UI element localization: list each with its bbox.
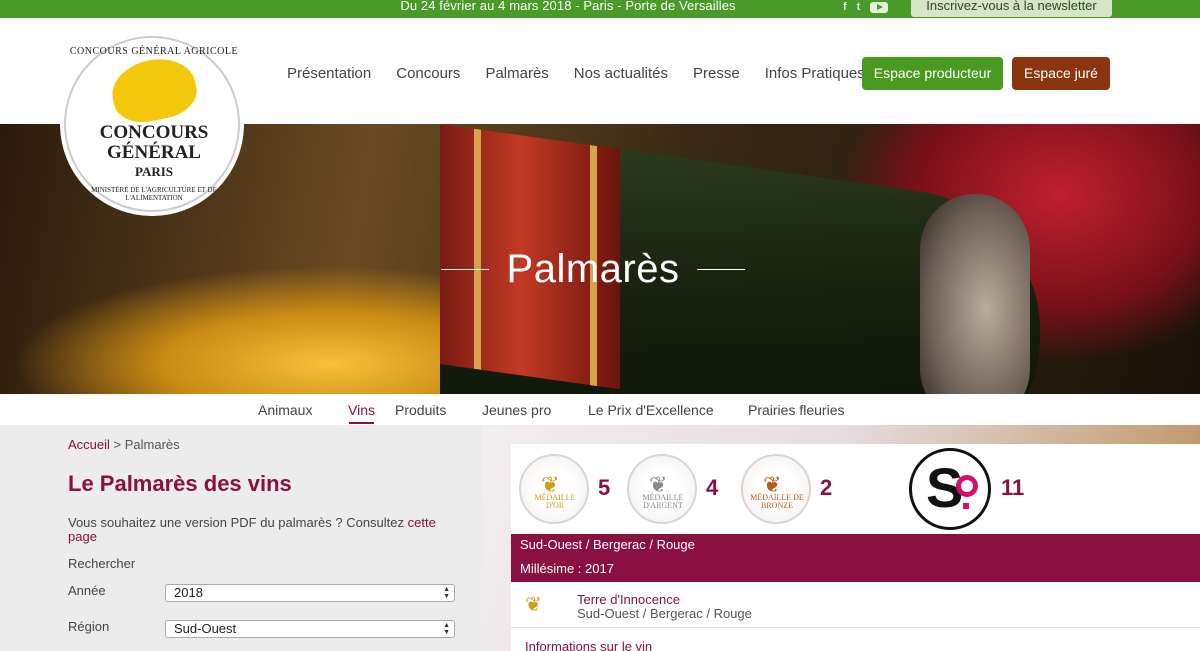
so-logo[interactable]: S — [909, 448, 991, 530]
select-arrows-icon: ▲ ▼ — [443, 622, 450, 636]
results-panel: ❦ MÉDAILLE D'OR 5 ❦ MÉDAILLE D'ARGENT 4 … — [483, 425, 1200, 651]
nav-item-concours[interactable]: Concours — [396, 65, 460, 82]
search-heading: Rechercher — [68, 556, 136, 571]
nav-item-actualites[interactable]: Nos actualités — [574, 65, 668, 82]
logo-line3: PARIS — [134, 164, 174, 179]
year-label: Année — [68, 583, 106, 598]
pdf-notice-text: Vous souhaitez une version PDF du palmar… — [68, 515, 408, 530]
main-nav: Présentation Concours Palmarès Nos actua… — [287, 65, 865, 82]
breadcrumb-current: Palmarès — [124, 437, 180, 452]
hero-bottle-neck — [920, 194, 1030, 394]
gold-medal-label: MÉDAILLE D'OR — [534, 493, 576, 510]
silver-medal-count: 4 — [706, 475, 719, 500]
logo-line2: GÉNÉRAL — [107, 142, 201, 163]
espace-jure-button[interactable]: Espace juré — [1012, 57, 1110, 90]
nav-item-palmares[interactable]: Palmarès — [485, 65, 548, 82]
gold-medal-badge[interactable]: ❦ MÉDAILLE D'OR — [519, 454, 589, 524]
wine-region: Sud-Ouest / Bergerac / Rouge — [577, 606, 752, 621]
logo-top-arc: CONCOURS GÉNÉRAL AGRICOLE — [69, 46, 239, 57]
wine-info-link[interactable]: Informations sur le vin — [525, 639, 652, 651]
site-logo[interactable]: CONCOURS GÉNÉRAL AGRICOLE CONCOURS GÉNÉR… — [64, 36, 240, 212]
breadcrumb-home-link[interactable]: Accueil — [68, 437, 110, 452]
region-select[interactable]: Sud-Ouest ▲ ▼ — [165, 620, 455, 638]
region-label: Région — [68, 619, 110, 634]
tab-animaux[interactable]: Animaux — [258, 402, 312, 418]
hero-title-line-right — [696, 268, 745, 270]
breadcrumb: Accueil > Palmarès — [68, 437, 180, 452]
newsletter-button[interactable]: Inscrivez-vous à la newsletter — [911, 0, 1112, 17]
so-logo-dot — [963, 503, 969, 509]
nav-item-presentation[interactable]: Présentation — [287, 65, 371, 82]
millesime-label: Millésime : 2017 — [520, 561, 614, 576]
so-count: 11 — [1001, 475, 1025, 500]
wine-name[interactable]: Terre d'Innocence — [577, 592, 680, 607]
bronze-medal-badge[interactable]: ❦ MÉDAILLE DE BRONZE — [741, 454, 811, 524]
tab-prairies-fleuries[interactable]: Prairies fleuries — [748, 402, 844, 418]
tab-prix-excellence[interactable]: Le Prix d'Excellence — [588, 402, 714, 418]
hero-title-wrap: Palmarès — [441, 245, 745, 293]
hero-title-line-left — [441, 268, 489, 270]
silver-medal-label: MÉDAILLE D'ARGENT — [642, 493, 684, 510]
gold-leaf-icon: ❦ — [525, 594, 542, 616]
year-select-value: 2018 — [174, 585, 203, 600]
youtube-icon[interactable] — [870, 1, 889, 13]
social-links: f t — [843, 0, 889, 14]
nav-item-presse[interactable]: Presse — [693, 65, 740, 82]
category-tabs: Animaux Vins Produits Jeunes pro Le Prix… — [0, 394, 1200, 425]
bronze-medal-count: 2 — [820, 475, 833, 500]
appellation-title: Sud-Ouest / Bergerac / Rouge — [520, 537, 695, 552]
top-banner: Du 24 février au 4 mars 2018 - Paris - P… — [0, 0, 1200, 18]
region-select-value: Sud-Ouest — [174, 621, 237, 636]
espace-producteur-button[interactable]: Espace producteur — [862, 57, 1003, 90]
tab-vins[interactable]: Vins — [348, 402, 375, 418]
year-select[interactable]: 2018 ▲ ▼ — [165, 584, 455, 602]
bronze-medal-label: MÉDAILLE DE BRONZE — [750, 493, 804, 510]
page-title: Palmarès — [506, 246, 680, 291]
facebook-icon[interactable]: f — [843, 2, 847, 13]
gold-medal-count: 5 — [598, 475, 611, 500]
nav-item-infos-pratiques[interactable]: Infos Pratiques — [765, 65, 865, 82]
silver-medal-badge[interactable]: ❦ MÉDAILLE D'ARGENT — [627, 454, 697, 524]
logo-bottom-arc: MINISTÈRE DE L'AGRICULTURE ET DE L'ALIME… — [91, 186, 217, 202]
active-tab-underline — [349, 422, 374, 424]
select-arrows-icon: ▲ ▼ — [443, 586, 450, 600]
oak-leaf-icon — [106, 51, 202, 129]
medal-summary: ❦ MÉDAILLE D'OR 5 ❦ MÉDAILLE D'ARGENT 4 … — [511, 444, 1200, 534]
so-logo-o — [956, 475, 978, 497]
logo-line1: CONCOURS — [99, 122, 209, 143]
tab-produits[interactable]: Produits — [395, 402, 446, 418]
breadcrumb-separator: > — [109, 437, 125, 452]
tab-jeunes-pro[interactable]: Jeunes pro — [482, 402, 551, 418]
twitter-icon[interactable]: t — [857, 2, 861, 13]
search-panel: Accueil > Palmarès Le Palmarès des vins … — [0, 425, 483, 651]
pdf-notice: Vous souhaitez une version PDF du palmar… — [68, 516, 468, 544]
section-title: Le Palmarès des vins — [68, 471, 292, 496]
wine-result-row[interactable]: ❦ Terre d'Innocence Sud-Ouest / Bergerac… — [511, 582, 1200, 628]
wine-info-row: Informations sur le vin — [511, 628, 1200, 651]
appellation-header: Sud-Ouest / Bergerac / Rouge Millésime :… — [511, 534, 1200, 582]
